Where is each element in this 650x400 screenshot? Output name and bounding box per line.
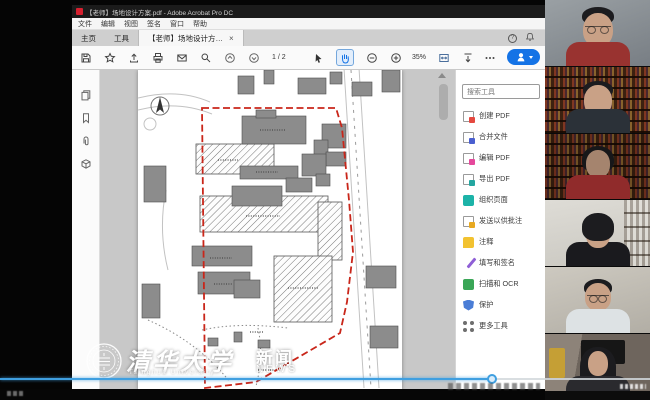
participant-name-label [620, 384, 646, 389]
attachments-icon[interactable] [80, 134, 92, 146]
title-bar: 【老师】场地设计方案.pdf - Adobe Acrobat Pro DC [72, 5, 545, 18]
comment-icon [463, 237, 474, 248]
avatar [545, 200, 650, 266]
university-name-en: Tsinghua University [129, 370, 215, 376]
zoom-level[interactable]: 35% [412, 54, 426, 61]
corner-label [7, 391, 23, 396]
tool-organize-pages[interactable]: 组织页面 [463, 192, 543, 208]
combine-files-icon [463, 132, 474, 143]
overflow-icon[interactable] [484, 52, 496, 64]
video-bottom-bar [545, 391, 650, 400]
tool-export-pdf[interactable]: 导出 PDF [463, 171, 543, 187]
search-icon[interactable] [200, 52, 212, 64]
tsinghua-seal-icon [84, 340, 124, 382]
avatar [545, 67, 650, 133]
tools-search-input[interactable]: 搜索工具 [462, 84, 540, 99]
acrobat-window: 【老师】场地设计方案.pdf - Adobe Acrobat Pro DC 文件… [72, 5, 545, 390]
scrollbar[interactable] [439, 84, 448, 120]
menu-edit[interactable]: 编辑 [101, 19, 115, 29]
window-title: 【老师】场地设计方案.pdf - Adobe Acrobat Pro DC [86, 7, 233, 17]
tool-more-tools[interactable]: 更多工具 [463, 318, 543, 334]
protect-icon [463, 300, 474, 311]
chevron-down-icon [529, 56, 533, 59]
zoom-out-icon[interactable] [366, 52, 378, 64]
tool-fill-sign[interactable]: 填写和签名 [463, 255, 543, 271]
fill-sign-icon [463, 258, 474, 269]
menu-bar: 文件 编辑 视图 签名 窗口 帮助 [72, 18, 545, 30]
tab-bar: 主页 工具 【老师】场地设计方… × ? [72, 30, 545, 46]
send-comments-icon [463, 216, 474, 227]
edit-pdf-icon [463, 153, 474, 164]
acrobat-app-icon [76, 8, 83, 15]
menu-window[interactable]: 窗口 [170, 19, 184, 29]
participant-video-1[interactable] [545, 0, 650, 67]
menu-file[interactable]: 文件 [78, 19, 92, 29]
model-tree-icon[interactable] [80, 157, 92, 169]
page-indicator[interactable]: 1 / 2 [272, 54, 286, 61]
avatar [545, 0, 650, 66]
print-icon[interactable] [152, 52, 164, 64]
avatar [545, 267, 650, 333]
tool-edit-pdf[interactable]: 编辑 PDF [463, 150, 543, 166]
participant-strip [545, 0, 650, 400]
share-person-icon [515, 51, 527, 63]
watermark-divider [245, 348, 246, 376]
scan-ocr-icon [463, 279, 474, 290]
player-bottom-bar [0, 389, 545, 400]
progress-fill [0, 378, 492, 380]
tab-document[interactable]: 【老师】场地设计方… × [138, 30, 244, 46]
scroll-up-icon[interactable] [438, 73, 446, 78]
tool-protect[interactable]: 保护 [463, 297, 543, 313]
tool-comment[interactable]: 注释 [463, 234, 543, 250]
page-up-icon[interactable] [224, 52, 236, 64]
menu-view[interactable]: 视图 [124, 19, 138, 29]
page-down-icon[interactable] [248, 52, 260, 64]
star-icon[interactable] [104, 52, 116, 64]
tools-panel: 搜索工具 创建 PDF 合并文件 编辑 PDF 导出 PDF 组织页面 发送以供… [455, 70, 545, 390]
download-icon[interactable] [462, 52, 474, 64]
close-tab-icon[interactable]: × [229, 34, 234, 43]
participant-video-4[interactable] [545, 200, 650, 267]
menu-help[interactable]: 帮助 [193, 19, 207, 29]
main-toolbar: 1 / 2 35% [72, 46, 545, 70]
tab-tools[interactable]: 工具 [105, 30, 138, 46]
participant-video-6[interactable] [545, 334, 650, 400]
tool-combine-files[interactable]: 合并文件 [463, 129, 543, 145]
tool-create-pdf[interactable]: 创建 PDF [463, 108, 543, 124]
hand-tool-icon[interactable] [336, 49, 354, 66]
email-icon[interactable] [176, 52, 188, 64]
news-label-en: NEWS [256, 364, 298, 375]
tab-home[interactable]: 主页 [72, 30, 105, 46]
save-icon[interactable] [80, 52, 92, 64]
bell-icon[interactable] [525, 29, 535, 47]
more-tools-icon [463, 321, 474, 332]
menu-sign[interactable]: 签名 [147, 19, 161, 29]
share-button[interactable] [507, 49, 540, 65]
participant-video-2[interactable] [545, 67, 650, 134]
select-tool-icon[interactable] [312, 52, 324, 64]
page-thumbnails-icon[interactable] [80, 88, 92, 100]
organize-pages-icon [463, 195, 474, 206]
bookmarks-icon[interactable] [80, 111, 92, 123]
player-caption [448, 383, 540, 390]
export-pdf-icon [463, 174, 474, 185]
participant-video-3[interactable] [545, 134, 650, 201]
watermark: 清华大学 Tsinghua University 新闻 NEWS [0, 338, 330, 388]
tool-send-comments[interactable]: 发送以供批注 [463, 213, 543, 229]
zoom-in-icon[interactable] [390, 52, 402, 64]
avatar [545, 134, 650, 200]
participant-video-5[interactable] [545, 267, 650, 334]
share-upload-icon[interactable] [128, 52, 140, 64]
video-progress-bar[interactable] [0, 378, 650, 380]
video-frame: 【老师】场地设计方案.pdf - Adobe Acrobat Pro DC 文件… [0, 0, 650, 400]
tool-scan-ocr[interactable]: 扫描和 OCR [463, 276, 543, 292]
fit-width-icon[interactable] [438, 52, 450, 64]
help-icon[interactable]: ? [508, 34, 517, 43]
create-pdf-icon [463, 111, 474, 122]
